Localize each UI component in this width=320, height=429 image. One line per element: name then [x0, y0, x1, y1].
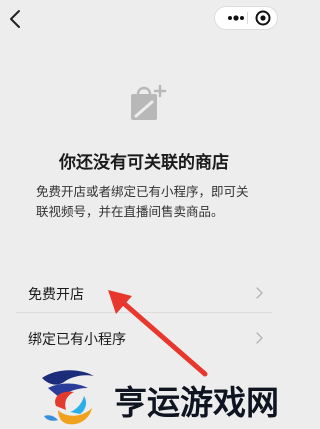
chevron-right-icon — [256, 332, 263, 344]
empty-state-description: 免费开店或者绑定已有小程序，即可关联视频号，并在直播间售卖商品。 — [36, 184, 249, 219]
shopping-bag-plus-icon — [131, 84, 167, 120]
bind-existing-miniprogram-option[interactable]: 绑定已有小程序 — [16, 312, 272, 364]
empty-state-title: 你还没有可关联的商店 — [59, 153, 229, 173]
chevron-right-icon — [256, 287, 263, 299]
more-dots-icon[interactable] — [225, 7, 247, 29]
option-label: 绑定已有小程序 — [28, 332, 126, 348]
chevron-left-icon[interactable] — [6, 8, 26, 30]
option-label: 免费开店 — [28, 287, 84, 303]
watermark: 亨运游戏网 — [36, 366, 288, 429]
top-navigation-bar — [0, 0, 288, 40]
watermark-text: 亨运游戏网 — [114, 383, 279, 422]
dragon-logo-icon — [42, 370, 94, 425]
capsule-divider — [247, 12, 248, 24]
target-close-icon[interactable] — [251, 7, 275, 29]
miniprogram-capsule — [214, 6, 278, 30]
